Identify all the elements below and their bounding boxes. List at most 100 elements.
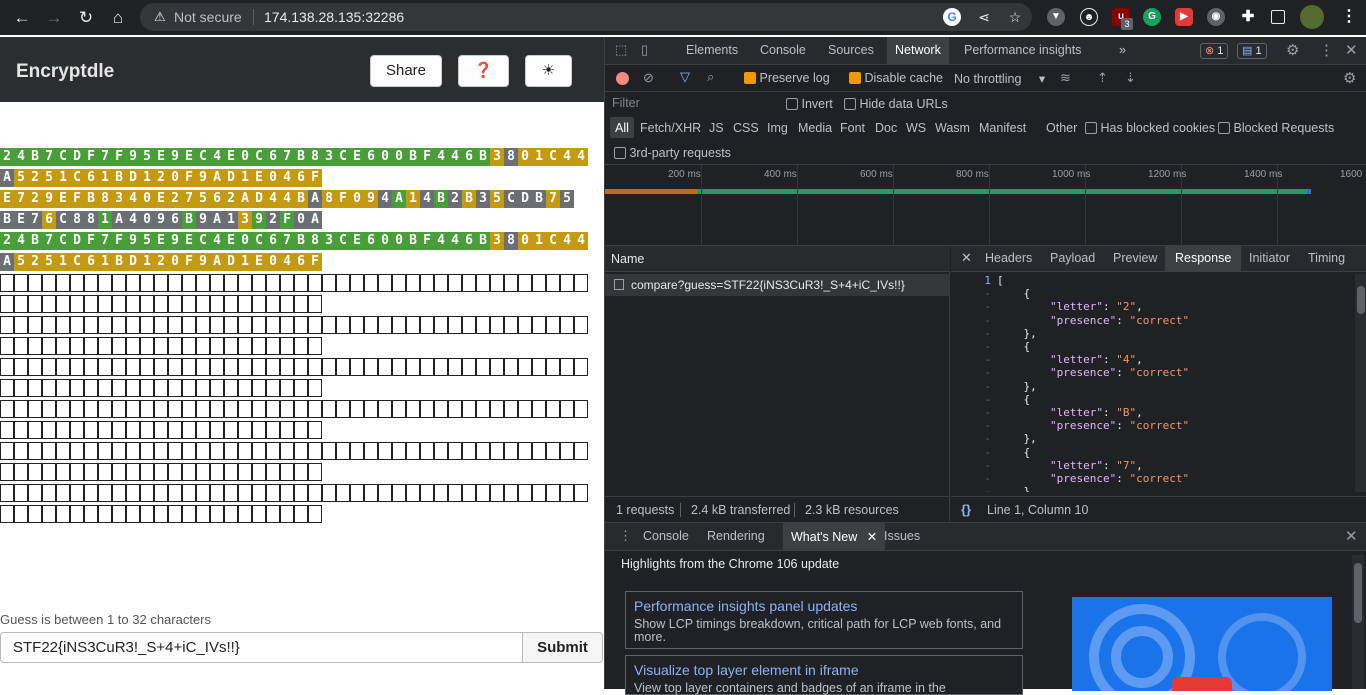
tab-preview[interactable]: Preview [1113,251,1157,265]
type-filter-wasm[interactable]: Wasm [935,121,970,135]
empty-tile [28,379,42,397]
export-har-icon[interactable]: ⇣ [1125,70,1136,86]
tab-performance-insights[interactable]: Performance insights [964,43,1081,57]
import-har-icon[interactable]: ⇡ [1097,70,1108,86]
share-icon[interactable]: ⋖ [975,8,993,26]
empty-tile [84,295,98,313]
grammarly-icon[interactable]: G [1143,8,1161,26]
type-filter-all[interactable]: All [610,117,634,138]
empty-tile [504,274,518,292]
has-blocked-cookies-checkbox[interactable]: Has blocked cookies [1085,121,1215,135]
empty-tile [294,400,308,418]
back-icon[interactable]: ← [12,8,32,28]
guess-input[interactable]: STF22{iNS3CuR3!_S+4+iC_IVs!!} [0,632,523,663]
google-icon[interactable]: G [943,8,961,26]
hide-data-urls-checkbox[interactable]: Hide data URLs [844,97,948,111]
sidebar-icon[interactable] [1271,10,1285,24]
drawer-scrollbar[interactable] [1352,555,1364,689]
throttling-select[interactable]: No throttling ▾ [954,71,1045,86]
type-filter-img[interactable]: Img [767,121,788,135]
reload-icon[interactable]: ↻ [76,8,96,28]
help-button[interactable]: ❓ [458,55,509,87]
circle-extension-icon[interactable]: ◉ [1207,8,1225,26]
response-scrollbar[interactable] [1355,274,1366,492]
search-icon[interactable]: ⌕ [707,69,714,85]
filter-icon[interactable]: ▽ [680,69,690,85]
theme-toggle-button[interactable]: ☀ [525,55,572,87]
extension-icon[interactable]: ▼ [1047,8,1065,26]
disable-cache-checkbox[interactable]: Disable cache [849,71,943,85]
card-title[interactable]: Performance insights panel updates [634,598,1014,614]
tab-elements[interactable]: Elements [686,43,738,57]
filter-input[interactable]: Filter [607,94,773,114]
drawer-tab-rendering[interactable]: Rendering [707,529,765,543]
blocked-requests-checkbox[interactable]: Blocked Requests [1218,121,1334,135]
scrollbar-thumb[interactable] [1354,563,1362,623]
pretty-print-icon[interactable]: {} [961,502,971,517]
security-label[interactable]: Not secure [174,9,242,25]
message-count-badge[interactable]: ▤ 1 [1237,43,1267,59]
bookmark-star-icon[interactable]: ☆ [1006,8,1024,26]
type-filter-doc[interactable]: Doc [875,121,897,135]
network-overview-timeline[interactable]: 200 ms 400 ms 600 ms 800 ms 1000 ms 1200 ms 14… [605,165,1366,246]
close-drawer-icon[interactable]: ✕ [1345,527,1358,545]
close-devtools-icon[interactable]: ✕ [1345,41,1358,59]
type-filter-ws[interactable]: WS [906,121,926,135]
record-icon[interactable] [616,72,629,85]
close-details-icon[interactable]: ✕ [961,250,972,266]
type-filter-other[interactable]: Other [1046,121,1077,135]
network-conditions-icon[interactable]: ≋ [1060,70,1071,86]
tab-response[interactable]: Response [1165,246,1242,272]
tab-payload[interactable]: Payload [1050,251,1095,265]
type-filter-fetch-xhr[interactable]: Fetch/XHR [640,121,701,135]
letter-tile: 6 [84,169,98,187]
card-title[interactable]: Visualize top layer element in iframe [634,662,1014,678]
error-count-badge[interactable]: ⊗ 1 [1200,43,1229,59]
device-toolbar-icon[interactable]: ▯ [641,42,648,58]
avatar[interactable] [1300,5,1324,29]
tab-sources[interactable]: Sources [828,43,874,57]
drawer-tab-console[interactable]: Console [643,529,689,543]
submit-button[interactable]: Submit [522,632,603,663]
menu-icon[interactable]: ⋮ [1340,8,1358,26]
type-filter-font[interactable]: Font [840,121,865,135]
preserve-log-checkbox[interactable]: Preserve log [744,71,830,85]
devtools-menu-icon[interactable]: ⋮ [1319,41,1334,59]
drawer-tab-issues[interactable]: Issues [884,529,920,543]
tab-headers[interactable]: Headers [985,251,1032,265]
more-tabs-icon[interactable]: » [1119,43,1126,57]
video-extension-icon[interactable]: ▶ [1175,8,1193,26]
whats-new-card[interactable]: Visualize top layer element in iframe Vi… [625,655,1023,695]
letter-tile: 1 [238,253,252,271]
empty-tile [14,274,28,292]
tab-network[interactable]: Network [887,37,949,65]
url-text[interactable]: 174.138.28.135:32286 [264,9,404,25]
type-filter-manifest[interactable]: Manifest [979,121,1026,135]
tab-console[interactable]: Console [760,43,806,57]
type-filter-js[interactable]: JS [709,121,724,135]
inspect-icon[interactable]: ⬚ [615,42,627,58]
name-column-header[interactable]: Name [605,246,950,272]
third-party-checkbox[interactable]: 3rd-party requests [614,146,731,160]
extension-icon[interactable]: ☻ [1080,8,1098,26]
invert-checkbox[interactable]: Invert [786,97,833,111]
address-bar[interactable]: ⚠ Not secure 174.138.28.135:32286 G ⋖ ☆ [140,3,1032,31]
share-button[interactable]: Share [370,55,442,87]
response-body[interactable]: 1---------------- [ { "letter": "2", "pr… [951,274,1355,492]
whats-new-card[interactable]: Performance insights panel updates Show … [625,591,1023,649]
home-icon[interactable]: ⌂ [108,8,128,28]
tab-initiator[interactable]: Initiator [1249,251,1290,265]
type-filter-media[interactable]: Media [798,121,832,135]
scrollbar-thumb[interactable] [1357,286,1365,314]
type-filter-css[interactable]: CSS [733,121,759,135]
tab-timing[interactable]: Timing [1308,251,1345,265]
clear-icon[interactable]: ⊘ [643,70,654,86]
close-tab-icon[interactable]: ✕ [867,530,877,544]
drawer-menu-icon[interactable]: ⋮ [619,528,632,544]
forward-icon[interactable]: → [44,8,64,28]
puzzle-icon[interactable]: ✚ [1239,8,1257,26]
settings-gear-icon[interactable]: ⚙ [1286,41,1299,59]
drawer-tab-whats-new[interactable]: What's New ✕ [783,523,886,551]
request-row[interactable]: compare?guess=STF22{iNS3CuR3!_S+4+iC_IVs… [605,274,950,296]
network-settings-icon[interactable]: ⚙ [1343,69,1356,87]
